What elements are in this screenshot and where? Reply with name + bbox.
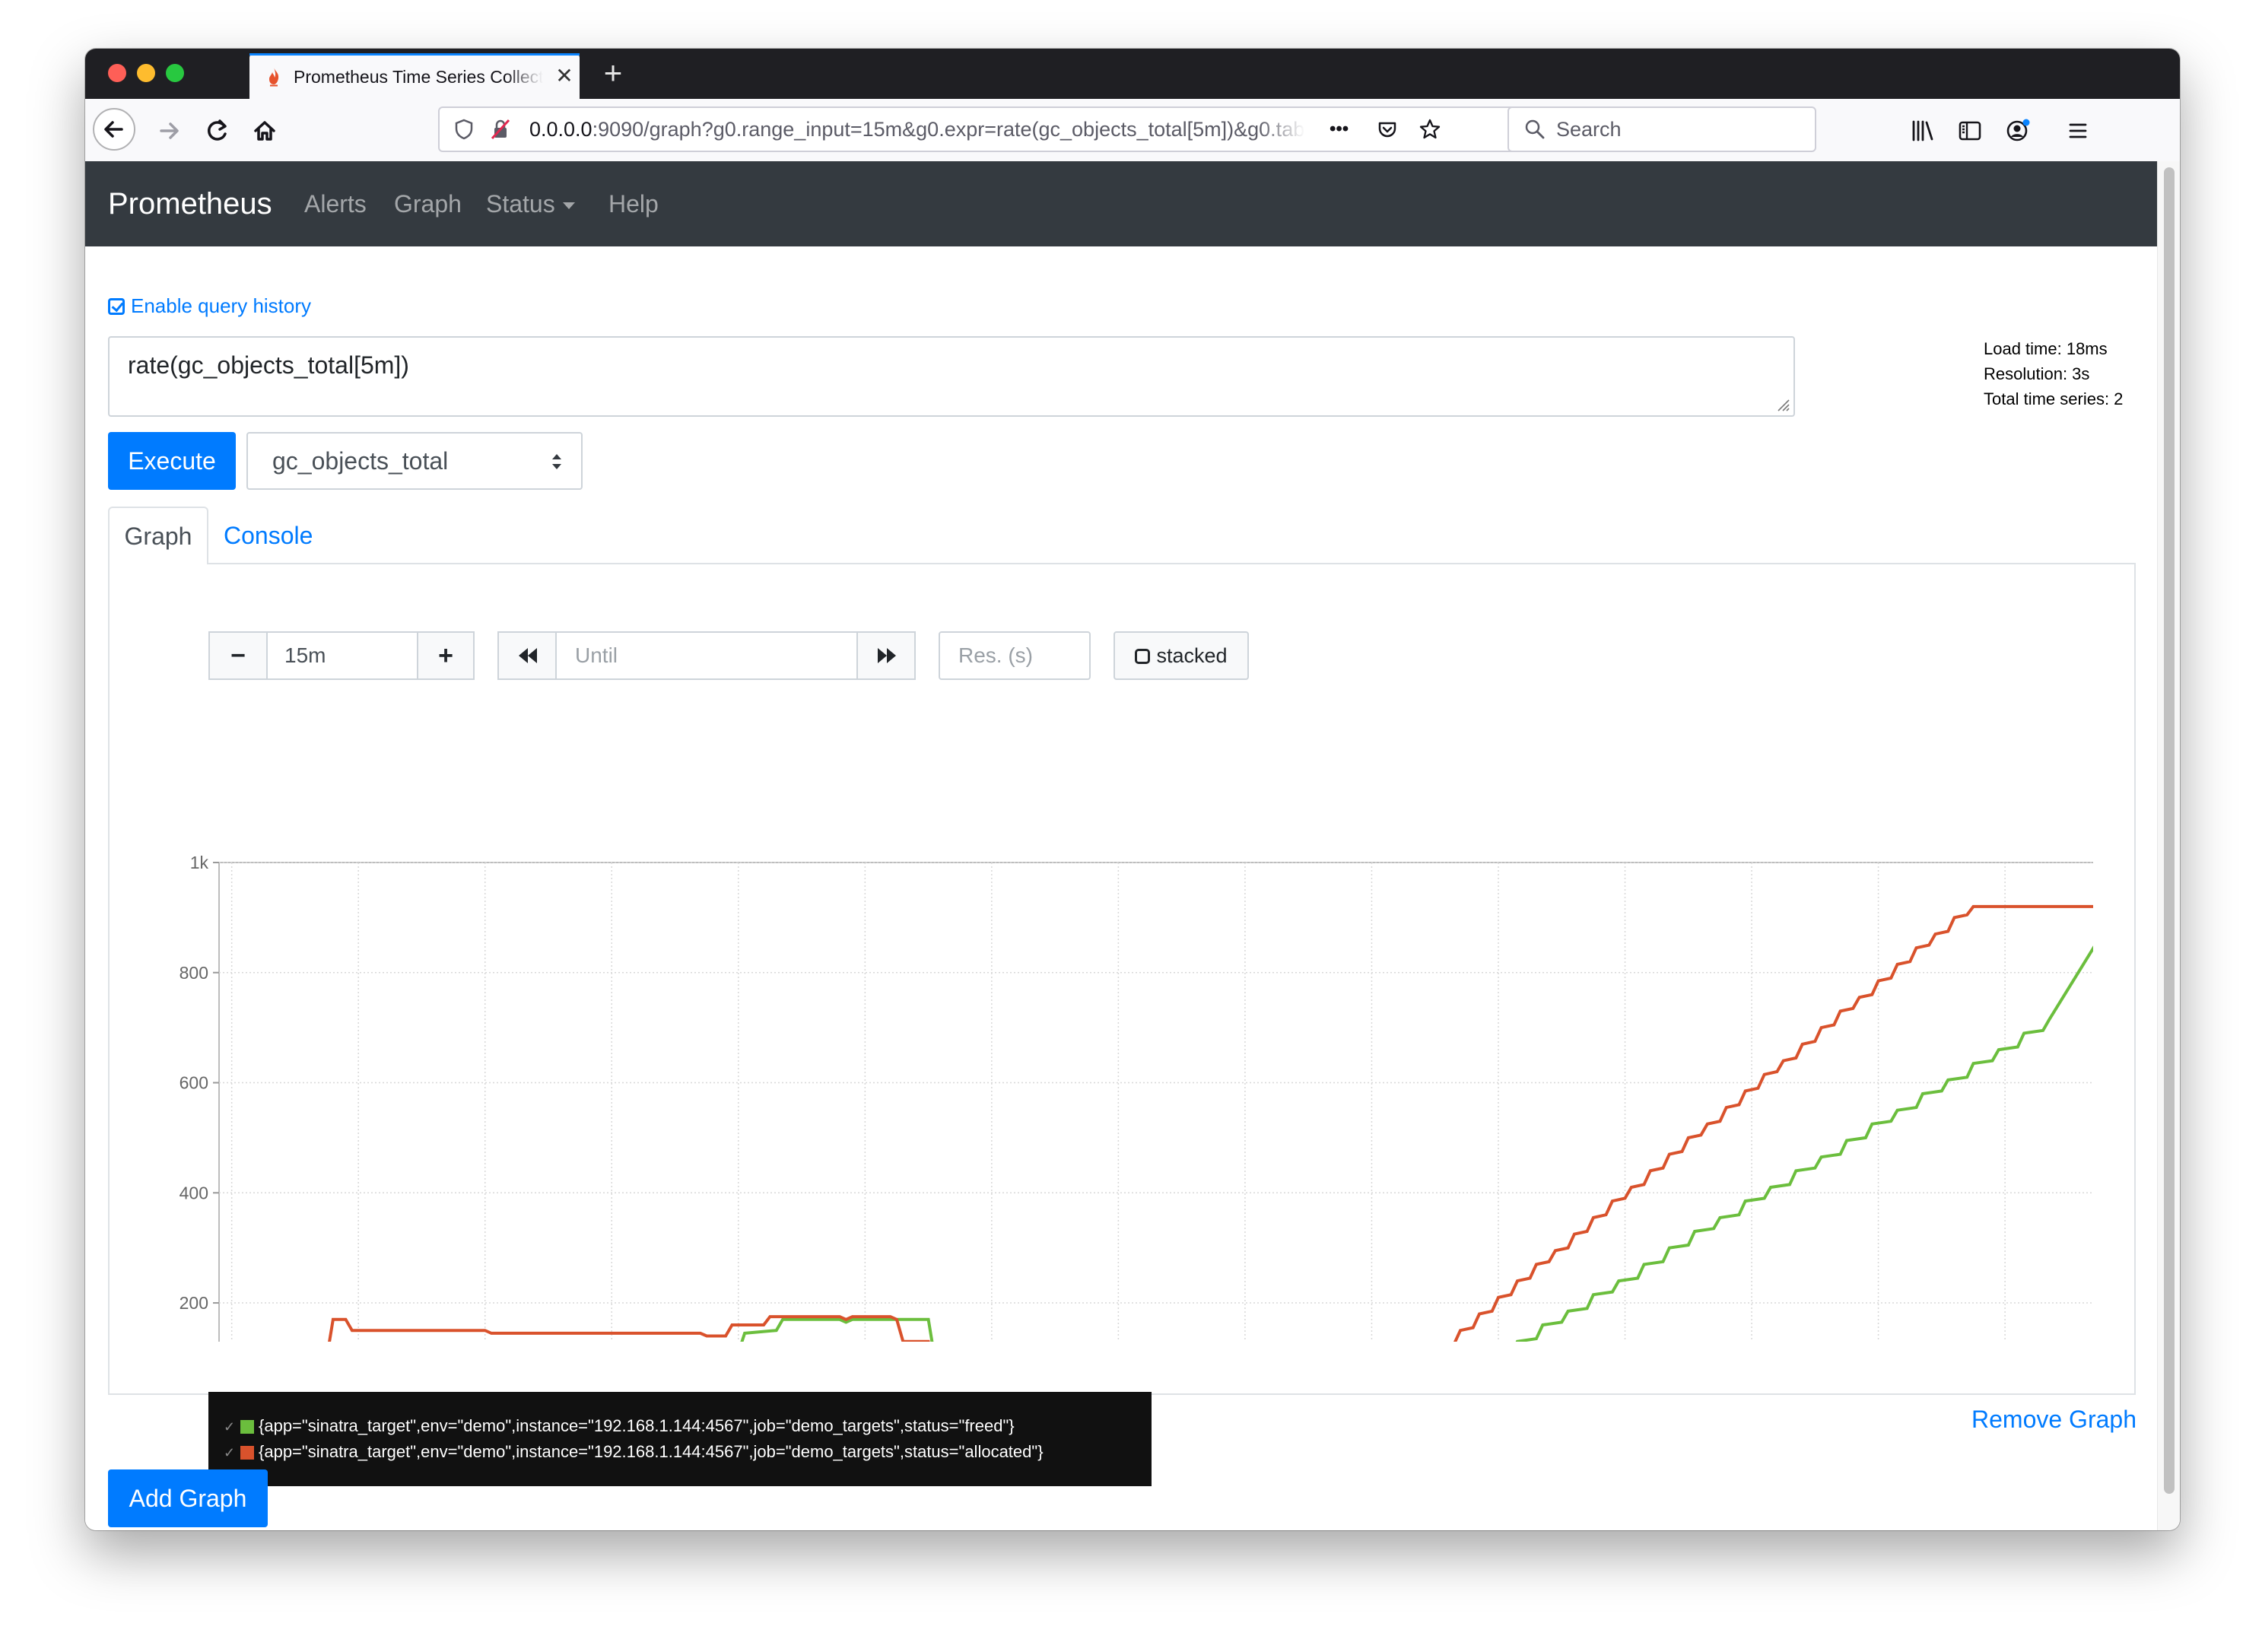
y-tick-label: 200 [179, 1293, 208, 1313]
enable-query-history[interactable]: Enable query history [108, 292, 311, 319]
legend-check-icon: ✓ [224, 1419, 236, 1434]
legend-label-freed: {app="sinatra_target",env="demo",instanc… [259, 1416, 1015, 1435]
resize-grip-icon[interactable] [1775, 397, 1790, 412]
resolution-placeholder: Res. (s) [958, 643, 1033, 667]
query-stats: Load time: 18ms Resolution: 3s Total tim… [1984, 336, 2123, 411]
arrow-left-icon [104, 121, 123, 138]
until-input[interactable]: Until [555, 631, 858, 680]
nav-alerts[interactable]: Alerts [304, 161, 367, 246]
page-viewport: Prometheus Alerts Graph Status Help Enab… [85, 161, 2157, 1530]
graph-legend: ✓ {app="sinatra_target",env="demo",instan… [208, 1392, 1152, 1486]
url-bar[interactable]: 0.0.0.0:9090/graph?g0.range_input=15m&g0… [438, 106, 1518, 152]
time-back-button[interactable] [497, 631, 557, 680]
y-tick-label: 600 [179, 1073, 208, 1093]
plot-area [218, 862, 2093, 1342]
insecure-lock-icon[interactable] [488, 117, 513, 141]
search-placeholder: Search [1556, 118, 1622, 141]
fast-backward-icon [519, 648, 537, 663]
add-graph-button[interactable]: Add Graph [108, 1469, 268, 1527]
account-icon[interactable] [2003, 117, 2031, 145]
legend-label-allocated: {app="sinatra_target",env="demo",instanc… [259, 1442, 1044, 1461]
prometheus-navbar: Prometheus Alerts Graph Status Help [85, 161, 2157, 246]
home-icon[interactable] [243, 110, 286, 152]
search-bar[interactable]: Search [1507, 106, 1816, 152]
prometheus-flame-icon [269, 68, 279, 87]
caret-down-icon [562, 202, 575, 210]
vertical-scroll-thumb[interactable] [2164, 167, 2175, 1494]
graph-chart[interactable]: 2728293031323334353637383940410200400600… [85, 703, 2093, 1342]
history-label: Enable query history [131, 294, 312, 317]
tab-active-indicator [249, 53, 580, 56]
tab-title: Prometheus Time Series Collection and Pr… [294, 67, 543, 87]
nav-graph[interactable]: Graph [394, 161, 462, 246]
browser-tab[interactable]: Prometheus Time Series Collection and Pr… [249, 53, 580, 99]
zoom-window-button[interactable] [166, 64, 184, 82]
page-actions-icon[interactable]: ••• [1330, 108, 1349, 151]
shield-icon[interactable] [452, 117, 476, 141]
checkbox-empty-icon [1135, 649, 1151, 664]
minimize-window-button[interactable] [137, 64, 155, 82]
forward-arrow-icon[interactable] [148, 110, 190, 152]
resolution-input[interactable]: Res. (s) [939, 631, 1091, 680]
url-text[interactable]: 0.0.0.0:9090/graph?g0.range_input=15m&g0… [529, 108, 1305, 151]
expression-input[interactable]: rate(gc_objects_total[5m]) [108, 336, 1795, 417]
stacked-label: stacked [1156, 644, 1228, 667]
checkbox-checked-icon[interactable] [108, 298, 125, 315]
legend-check-icon: ✓ [224, 1445, 236, 1460]
y-tick-label: 1k [190, 853, 209, 872]
hamburger-menu-icon[interactable] [2064, 117, 2092, 145]
nav-status[interactable]: Status [486, 161, 575, 246]
bookmark-star-icon[interactable] [1418, 117, 1442, 141]
nav-status-label: Status [486, 190, 555, 218]
reload-icon[interactable] [196, 110, 239, 152]
total-time-series: Total time series: 2 [1984, 389, 2124, 408]
pocket-icon[interactable] [1375, 117, 1399, 141]
tab-graph[interactable]: Graph [108, 507, 208, 564]
library-icon[interactable] [1909, 117, 1936, 145]
metric-select[interactable]: gc_objects_total [246, 432, 583, 490]
legend-item-freed[interactable]: ✓ {app="sinatra_target",env="demo",instan… [208, 1413, 1152, 1439]
tab-bar: Prometheus Time Series Collection and Pr… [85, 49, 2180, 99]
sidebar-icon[interactable] [1956, 117, 1984, 145]
range-input[interactable]: 15m [266, 631, 418, 680]
back-button[interactable] [93, 108, 135, 151]
y-tick-label: 800 [179, 963, 208, 983]
url-path: :9090/graph?g0.range_input=15m&g0.expr=r… [592, 118, 1305, 141]
load-time: Load time: 18ms [1984, 339, 2108, 358]
tab-console[interactable]: Console [224, 507, 313, 564]
remove-graph-link[interactable]: Remove Graph [1971, 1403, 2137, 1436]
range-increase-button[interactable]: + [417, 631, 475, 680]
browser-window: Prometheus Time Series Collection and Pr… [85, 49, 2180, 1530]
brand-link[interactable]: Prometheus [108, 161, 272, 246]
execute-button[interactable]: Execute [108, 432, 236, 490]
legend-item-allocated[interactable]: ✓ {app="sinatra_target",env="demo",instan… [208, 1439, 1152, 1465]
tab-close-icon[interactable]: ✕ [552, 64, 577, 88]
expression-text: rate(gc_objects_total[5m]) [128, 351, 409, 379]
url-host: 0.0.0.0 [529, 118, 593, 141]
stacked-toggle[interactable]: stacked [1114, 631, 1249, 680]
time-forward-button[interactable] [856, 631, 916, 680]
navigation-toolbar: 0.0.0.0:9090/graph?g0.range_input=15m&g0… [85, 99, 2180, 162]
legend-swatch-green [240, 1420, 254, 1434]
fast-forward-icon [878, 648, 896, 663]
search-icon [1525, 119, 1545, 139]
y-tick-label: 400 [179, 1183, 208, 1202]
range-decrease-button[interactable]: − [208, 631, 268, 680]
new-tab-button[interactable]: + [596, 56, 630, 90]
nav-help[interactable]: Help [608, 161, 659, 246]
until-placeholder: Until [575, 643, 618, 667]
resolution: Resolution: 3s [1984, 364, 2090, 383]
range-value: 15m [284, 643, 326, 667]
close-window-button[interactable] [108, 64, 126, 82]
vertical-scrollbar[interactable] [2157, 161, 2180, 1530]
metric-select-value: gc_objects_total [272, 447, 449, 475]
select-arrows-icon [552, 454, 561, 469]
legend-swatch-red [240, 1446, 254, 1460]
